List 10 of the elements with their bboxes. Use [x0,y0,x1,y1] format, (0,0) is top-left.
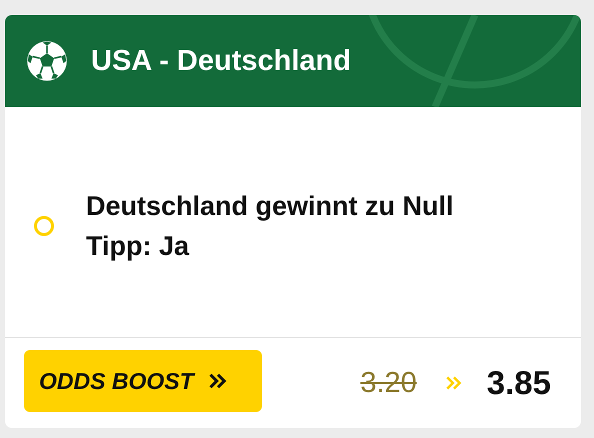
old-odds: 3.20 [360,366,417,400]
new-odds: 3.85 [486,364,551,402]
selection-text: Tipp: Ja [86,230,190,263]
double-chevron-icon [444,374,463,392]
double-chevron-icon [208,371,228,391]
odds-boost-button[interactable]: ODDS BOOST [24,350,262,412]
match-title: USA - Deutschland [91,44,351,78]
selection-radio[interactable] [34,216,54,236]
selection-text: Deutschland gewinnt zu Null [86,190,454,223]
soccer-ball-icon [25,39,69,83]
